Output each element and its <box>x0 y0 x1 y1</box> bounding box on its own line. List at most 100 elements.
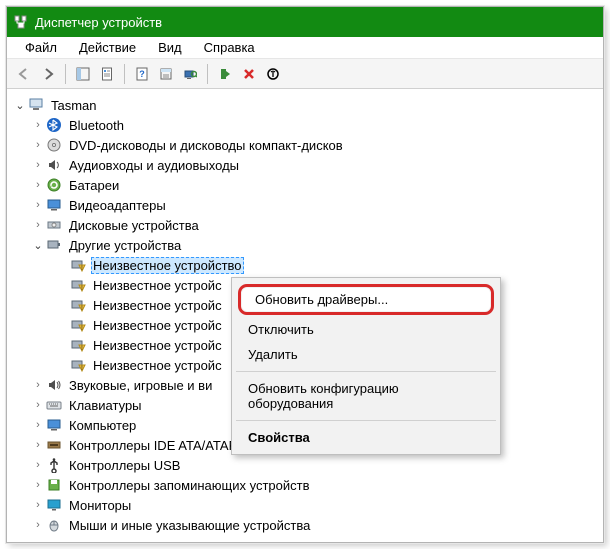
toolbar-divider <box>65 64 66 84</box>
tree-category[interactable]: › Видеоадаптеры <box>9 195 601 215</box>
tree-item-label: Неизвестное устройство <box>91 257 244 274</box>
tree-category-label: Видеоадаптеры <box>67 197 168 214</box>
unknown-device-icon: ! <box>69 337 87 353</box>
disk-icon <box>45 217 63 233</box>
tree-category-label: Контроллеры USB <box>67 457 182 474</box>
chevron-right-icon[interactable]: › <box>31 418 45 432</box>
audio-icon <box>45 157 63 173</box>
keyboard-icon <box>45 397 63 413</box>
ctx-properties[interactable]: Свойства <box>234 425 498 450</box>
mouse-icon <box>45 517 63 533</box>
unknown-device-icon: ! <box>69 317 87 333</box>
tree-category-label: Контроллеры IDE ATA/ATAPI <box>67 437 243 454</box>
bluetooth-icon <box>45 117 63 133</box>
tree-root[interactable]: ⌄ Tasman <box>9 95 601 115</box>
tree-category[interactable]: › DVD-дисководы и дисководы компакт-диск… <box>9 135 601 155</box>
toolbar: ? <box>7 59 603 89</box>
ide-icon <box>45 437 63 453</box>
display-icon <box>45 197 63 213</box>
menu-view[interactable]: Вид <box>148 38 192 57</box>
properties-button[interactable] <box>155 63 177 85</box>
tree-category-label: Клавиатуры <box>67 397 144 414</box>
disable-button[interactable] <box>262 63 284 85</box>
tree-item-unknown-device[interactable]: › ! Неизвестное устройство <box>9 255 601 275</box>
help-button[interactable]: ? <box>131 63 153 85</box>
chevron-right-icon[interactable]: › <box>31 178 45 192</box>
chevron-right-icon[interactable]: › <box>31 218 45 232</box>
tree-item-label: Неизвестное устройс <box>91 337 224 354</box>
menu-action[interactable]: Действие <box>69 38 146 57</box>
tree-category-label: Компьютер <box>67 417 138 434</box>
tree-category-label: DVD-дисководы и дисководы компакт-дисков <box>67 137 345 154</box>
tree-category-label: Дисковые устройства <box>67 217 201 234</box>
tree-category-label: Звуковые, игровые и ви <box>67 377 214 394</box>
tree-item-label: Неизвестное устройс <box>91 277 224 294</box>
tree-category-label: Контроллеры запоминающих устройств <box>67 477 311 494</box>
chevron-right-icon[interactable]: › <box>31 478 45 492</box>
tree-category[interactable]: › Дисковые устройства <box>9 215 601 235</box>
tree-category[interactable]: › Аудиовходы и аудиовыходы <box>9 155 601 175</box>
tree-category-label: Мониторы <box>67 497 133 514</box>
tree-category[interactable]: › Мониторы <box>9 495 601 515</box>
toolbar-divider <box>207 64 208 84</box>
forward-button[interactable] <box>37 63 59 85</box>
ctx-separator <box>236 371 496 372</box>
scan-hardware-button[interactable] <box>179 63 201 85</box>
ctx-rescan[interactable]: Обновить конфигурацию оборудования <box>234 376 498 416</box>
chevron-right-icon[interactable]: › <box>31 118 45 132</box>
tree-category[interactable]: › Контроллеры USB <box>9 455 601 475</box>
ctx-update-drivers[interactable]: Обновить драйверы... <box>238 284 494 315</box>
tree-category[interactable]: › Батареи <box>9 175 601 195</box>
tree-item-label: Неизвестное устройс <box>91 297 224 314</box>
tree-category[interactable]: › Мыши и иные указывающие устройства <box>9 515 601 535</box>
tree-category-label: Мыши и иные указывающие устройства <box>67 517 312 534</box>
chevron-right-icon[interactable]: › <box>31 398 45 412</box>
chevron-right-icon[interactable]: › <box>31 458 45 472</box>
chevron-down-icon[interactable]: ⌄ <box>31 238 45 252</box>
update-driver-button[interactable] <box>214 63 236 85</box>
tree-category-label: Аудиовходы и аудиовыходы <box>67 157 241 174</box>
svg-text:?: ? <box>139 69 145 79</box>
tree-category-label: Батареи <box>67 177 121 194</box>
menu-help[interactable]: Справка <box>194 38 265 57</box>
tree-category-label: Другие устройства <box>67 237 183 254</box>
chevron-right-icon[interactable]: › <box>31 198 45 212</box>
properties-button-2[interactable] <box>96 63 118 85</box>
menu-file[interactable]: Файл <box>15 38 67 57</box>
ctx-separator <box>236 420 496 421</box>
menubar: Файл Действие Вид Справка <box>7 37 603 59</box>
device-manager-window: Диспетчер устройств Файл Действие Вид Сп… <box>6 6 604 543</box>
show-hide-button[interactable] <box>72 63 94 85</box>
chevron-right-icon[interactable]: › <box>31 138 45 152</box>
chevron-right-icon[interactable]: › <box>31 498 45 512</box>
uninstall-button[interactable] <box>238 63 260 85</box>
tree-category[interactable]: › Bluetooth <box>9 115 601 135</box>
computer-icon <box>45 417 63 433</box>
toolbar-divider <box>124 64 125 84</box>
back-button[interactable] <box>13 63 35 85</box>
storage-icon <box>45 477 63 493</box>
tree-item-label: Неизвестное устройс <box>91 317 224 334</box>
sound-icon <box>45 377 63 393</box>
tree-root-label: Tasman <box>49 97 99 114</box>
tree-category[interactable]: ⌄ Другие устройства <box>9 235 601 255</box>
chevron-right-icon[interactable]: › <box>31 438 45 452</box>
window-title: Диспетчер устройств <box>35 15 162 30</box>
chevron-down-icon[interactable]: ⌄ <box>13 98 27 112</box>
usb-icon <box>45 457 63 473</box>
tree-category[interactable]: › Контроллеры запоминающих устройств <box>9 475 601 495</box>
app-icon <box>13 14 29 30</box>
ctx-disable[interactable]: Отключить <box>234 317 498 342</box>
dvd-icon <box>45 137 63 153</box>
unknown-device-icon: ! <box>69 277 87 293</box>
unknown-device-icon: ! <box>69 357 87 373</box>
chevron-right-icon[interactable]: › <box>31 158 45 172</box>
chevron-right-icon[interactable]: › <box>31 518 45 532</box>
ctx-remove[interactable]: Удалить <box>234 342 498 367</box>
titlebar: Диспетчер устройств <box>7 7 603 37</box>
chevron-right-icon[interactable]: › <box>31 378 45 392</box>
computer-icon <box>27 97 45 113</box>
tree-item-label: Неизвестное устройс <box>91 357 224 374</box>
tree-category-label: Bluetooth <box>67 117 126 134</box>
other-icon <box>45 237 63 253</box>
